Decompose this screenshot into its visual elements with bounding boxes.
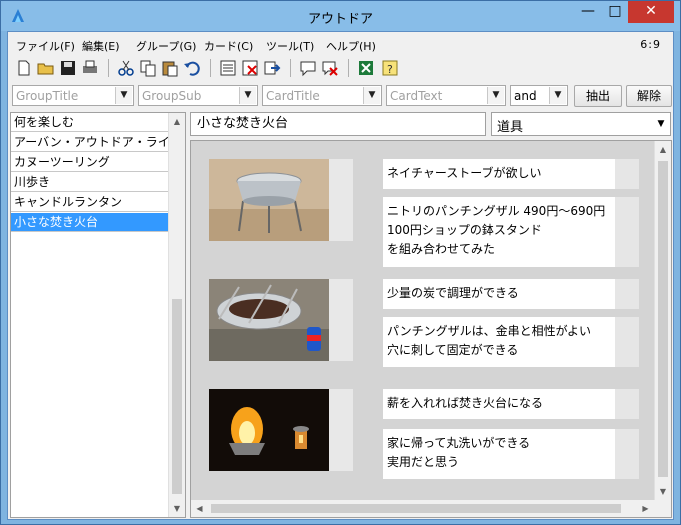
logic-select[interactable]: and ▼ [510, 85, 568, 106]
note-card[interactable]: ネイチャーストーブが欲しい [383, 159, 639, 189]
toolbar-separator [210, 59, 211, 77]
scroll-up-icon[interactable]: ▲ [655, 141, 671, 158]
app-window: アウトドア — □ ✕ ファイル(F) 編集(E) グループ(G) カード(C)… [0, 0, 681, 525]
note-text[interactable]: ニトリのパンチングザル 490円～690円 100円ショップの鉢スタンド を組み… [383, 197, 615, 267]
group-list-scrollbar[interactable]: ▲ ▼ [168, 113, 185, 517]
comment-icon[interactable] [298, 58, 318, 78]
cut-icon[interactable] [116, 58, 136, 78]
note-card[interactable]: 家に帰って丸洗いができる 実用だと思う [383, 429, 639, 479]
scroll-thumb[interactable] [211, 504, 621, 513]
note-text[interactable]: 少量の炭で調理ができる [383, 279, 615, 309]
print-icon[interactable] [80, 58, 100, 78]
menu-tools[interactable]: ツール(T) [266, 38, 314, 54]
card-area-horizontal-scrollbar[interactable]: ◀ ▶ [191, 500, 654, 517]
card-title-field[interactable]: 小さな焚き火台 [190, 112, 486, 136]
note-text[interactable]: 薪を入れれば焚き火台になる [383, 389, 615, 419]
note-card[interactable]: パンチングザルは、金串と相性がよい 穴に刺して固定ができる [383, 317, 639, 367]
note-text[interactable]: ネイチャーストーブが欲しい [383, 159, 615, 189]
minimize-button[interactable]: — [574, 1, 602, 23]
main-client-area: ファイル(F) 編集(E) グループ(G) カード(C) ツール(T) ヘルプ(… [7, 31, 674, 520]
note-card[interactable]: 少量の炭で調理ができる [383, 279, 639, 309]
logic-select-value: and [514, 89, 537, 103]
card-counter: 6:9 [640, 38, 661, 51]
group-item[interactable]: 川歩き [11, 173, 168, 192]
menu-group[interactable]: グループ(G) [136, 38, 196, 54]
paste-icon[interactable] [160, 58, 180, 78]
scroll-left-icon[interactable]: ◀ [191, 500, 208, 517]
group-item[interactable]: カヌーツーリング [11, 153, 168, 172]
grilling-skewers-photo [209, 279, 329, 361]
card-text-filter-text: CardText [390, 89, 443, 103]
card-category-value: 道具 [497, 120, 524, 135]
undo-icon[interactable] [182, 58, 202, 78]
group-item[interactable]: 何を楽しむ [11, 113, 168, 132]
card-text-filter[interactable]: CardText ▼ [386, 85, 506, 106]
scroll-right-icon[interactable]: ▶ [637, 500, 654, 517]
close-button[interactable]: ✕ [628, 1, 674, 23]
card-category-select[interactable]: 道具 ▼ [491, 112, 671, 136]
group-item-selected[interactable]: 小さな焚き火台 [11, 213, 168, 232]
help-note-icon[interactable]: ? [380, 58, 400, 78]
delete-comment-icon[interactable] [320, 58, 340, 78]
photo-frame[interactable] [209, 279, 353, 361]
scroll-down-icon[interactable]: ▼ [655, 483, 671, 500]
filter-bar: GroupTitle ▼ GroupSub ▼ CardTitle ▼ Card… [12, 85, 672, 109]
extract-button[interactable]: 抽出 [574, 85, 622, 107]
menu-bar: ファイル(F) 編集(E) グループ(G) カード(C) ツール(T) ヘルプ(… [8, 34, 673, 54]
chevron-down-icon[interactable]: ▼ [653, 114, 669, 134]
scroll-thumb[interactable] [172, 299, 182, 494]
delete-card-icon[interactable] [240, 58, 260, 78]
chevron-down-icon[interactable]: ▼ [549, 87, 566, 104]
group-title-filter[interactable]: GroupTitle ▼ [12, 85, 134, 106]
scroll-up-icon[interactable]: ▲ [169, 113, 185, 130]
card-title-filter-text: CardTitle [266, 89, 320, 103]
menu-help[interactable]: ヘルプ(H) [326, 38, 376, 54]
menu-edit[interactable]: 編集(E) [82, 38, 120, 54]
group-item[interactable]: キャンドルランタン [11, 193, 168, 212]
toolbar: ? [12, 56, 672, 82]
note-card[interactable]: ニトリのパンチングザル 490円～690円 100円ショップの鉢スタンド を組み… [383, 197, 639, 267]
scroll-thumb[interactable] [658, 161, 668, 477]
chevron-down-icon[interactable]: ▼ [487, 87, 504, 104]
scroll-corner [654, 500, 671, 517]
clear-button[interactable]: 解除 [626, 85, 672, 107]
excel-icon[interactable] [356, 58, 376, 78]
toolbar-separator [348, 59, 349, 77]
group-title-filter-text: GroupTitle [16, 89, 79, 103]
save-icon[interactable] [58, 58, 78, 78]
group-sub-filter[interactable]: GroupSub ▼ [138, 85, 258, 106]
toolbar-separator [108, 59, 109, 77]
title-bar[interactable]: アウトドア — □ ✕ [1, 1, 680, 31]
brazier-stand-photo [209, 159, 329, 241]
export-icon[interactable] [262, 58, 282, 78]
card-area-vertical-scrollbar[interactable]: ▲ ▼ [654, 141, 671, 500]
group-item[interactable]: アーバン・アウトドア・ライフ [11, 133, 168, 152]
card-area: ネイチャーストーブが欲しい ニトリのパンチングザル 490円～690円 100円… [190, 140, 672, 518]
chevron-down-icon[interactable]: ▼ [363, 87, 380, 104]
note-text[interactable]: パンチングザルは、金串と相性がよい 穴に刺して固定ができる [383, 317, 615, 367]
fire-at-night-photo [209, 389, 329, 471]
list-view-icon[interactable] [218, 58, 238, 78]
svg-text:?: ? [387, 63, 393, 76]
open-folder-icon[interactable] [36, 58, 56, 78]
chevron-down-icon[interactable]: ▼ [239, 87, 256, 104]
photo-frame[interactable] [209, 389, 353, 471]
group-list: 何を楽しむ アーバン・アウトドア・ライフ カヌーツーリング 川歩き キャンドルラ… [10, 112, 186, 518]
photo-frame[interactable] [209, 159, 353, 241]
maximize-button[interactable]: □ [602, 1, 628, 23]
note-text[interactable]: 家に帰って丸洗いができる 実用だと思う [383, 429, 615, 479]
toolbar-separator [290, 59, 291, 77]
new-file-icon[interactable] [14, 58, 34, 78]
group-sub-filter-text: GroupSub [142, 89, 202, 103]
copy-icon[interactable] [138, 58, 158, 78]
menu-card[interactable]: カード(C) [204, 38, 253, 54]
scroll-down-icon[interactable]: ▼ [169, 500, 185, 517]
chevron-down-icon[interactable]: ▼ [115, 87, 132, 104]
menu-file[interactable]: ファイル(F) [16, 38, 75, 54]
note-card[interactable]: 薪を入れれば焚き火台になる [383, 389, 639, 419]
card-title-filter[interactable]: CardTitle ▼ [262, 85, 382, 106]
